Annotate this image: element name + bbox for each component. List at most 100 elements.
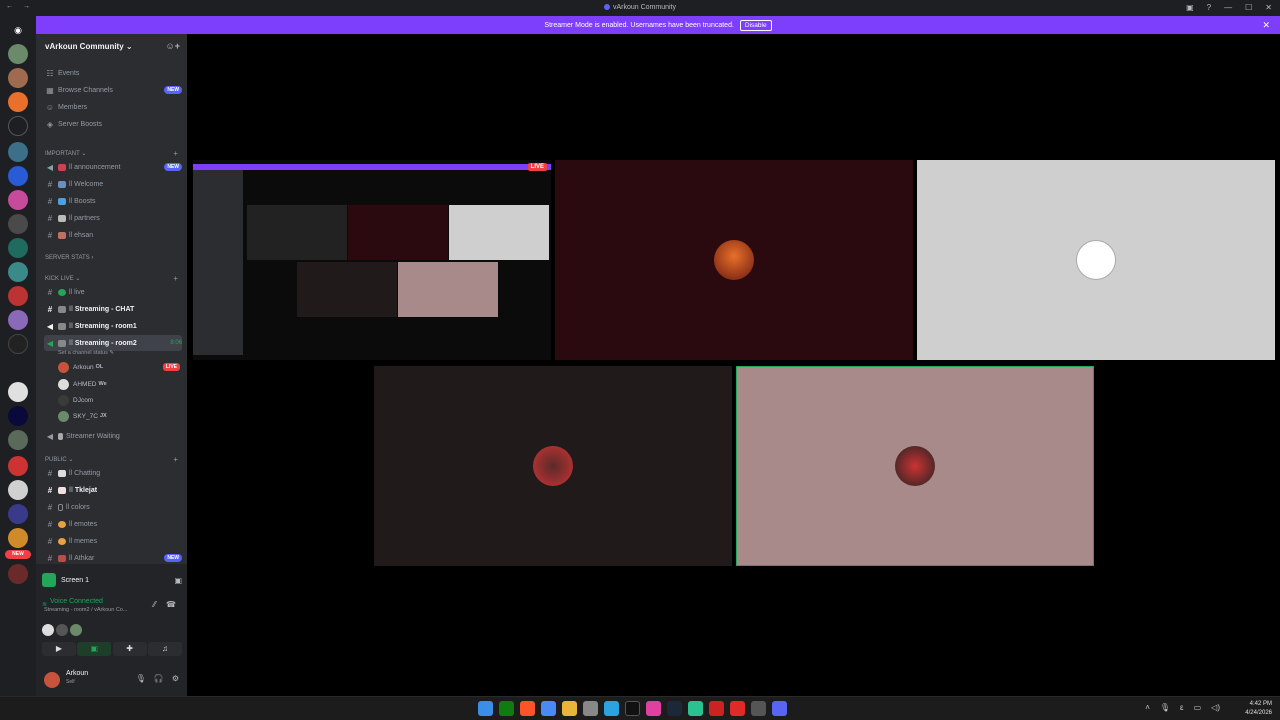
stream-tile-screen[interactable]: LIVE — [193, 160, 551, 360]
settings-icon[interactable] — [583, 701, 598, 716]
server-icon[interactable] — [8, 358, 28, 378]
server-icon[interactable] — [8, 166, 28, 186]
stream-tile-user[interactable] — [917, 160, 1275, 360]
app-icon[interactable] — [688, 701, 703, 716]
server-icon[interactable] — [8, 44, 28, 64]
add-channel-icon[interactable]: + — [173, 455, 178, 464]
close-button[interactable]: ✕ — [1265, 3, 1272, 12]
events-item[interactable]: ☷ Events — [44, 65, 182, 81]
microphone-icon[interactable]: 🎙 — [136, 674, 146, 683]
discord-icon[interactable] — [772, 701, 787, 716]
category-important[interactable]: IMPORTANT ⌄ + — [45, 149, 180, 158]
server-icon[interactable] — [8, 68, 28, 88]
avatar[interactable] — [44, 672, 60, 688]
server-icon[interactable] — [8, 238, 28, 258]
new-servers-pill[interactable]: NEW — [5, 550, 31, 559]
discord-home-icon[interactable]: ◉ — [8, 20, 28, 40]
server-icon[interactable] — [8, 528, 28, 548]
category-kick-live[interactable]: KICK LIVE ⌄ + — [45, 274, 180, 283]
clock[interactable]: 4:42 PM 4/24/2026 — [1245, 700, 1272, 718]
microphone-icon[interactable]: 🎙 — [1160, 703, 1170, 712]
category-public[interactable]: PUBLIC ⌄ + — [45, 455, 180, 464]
server-icon[interactable] — [8, 92, 28, 112]
server-icon[interactable] — [8, 456, 28, 476]
voice-user[interactable]: AHMED We — [58, 377, 180, 391]
telegram-icon[interactable] — [604, 701, 619, 716]
voice-user[interactable]: DJcom — [58, 393, 180, 407]
close-icon[interactable]: ✕ — [1262, 20, 1270, 31]
maximize-button[interactable]: ☐ — [1245, 3, 1252, 12]
chrome-icon[interactable] — [541, 701, 556, 716]
server-boosts-item[interactable]: ◈ Server Boosts — [44, 116, 182, 132]
stream-tile-speaking[interactable] — [736, 366, 1094, 566]
chevron-up-icon[interactable]: ˄ — [1145, 703, 1150, 712]
screen-share-icon[interactable]: ▣ — [77, 642, 112, 656]
folder-icon[interactable] — [562, 701, 577, 716]
xbox-icon[interactable] — [499, 701, 514, 716]
language-icon[interactable]: ε — [1180, 703, 1184, 712]
channel-chatting[interactable]: # ll Chatting — [44, 465, 182, 481]
minimize-button[interactable]: — — [1224, 3, 1232, 12]
add-channel-icon[interactable]: + — [173, 149, 178, 158]
category-server-stats[interactable]: SERVER STATS › — [45, 255, 180, 261]
voice-location[interactable]: Streaming - room2 / vArkoun Co... — [44, 607, 184, 613]
server-icon[interactable] — [8, 310, 28, 330]
steam-icon[interactable] — [667, 701, 682, 716]
server-icon[interactable] — [8, 214, 28, 234]
channel-welcome[interactable]: # ll Welcome — [44, 176, 182, 192]
server-icon[interactable] — [8, 504, 28, 524]
app-icon[interactable] — [709, 701, 724, 716]
disable-streamer-button[interactable]: Disable — [739, 19, 772, 31]
channel-memes[interactable]: # ll memes — [44, 533, 182, 549]
channel-streaming-room2[interactable]: ◀ ll Streaming - room2 8:06 — [44, 335, 182, 351]
gear-icon[interactable]: ⚙ — [172, 674, 179, 683]
server-icon[interactable] — [8, 564, 28, 584]
channel-streaming-chat[interactable]: # ll Streaming - CHAT — [44, 301, 182, 317]
server-icon[interactable] — [8, 334, 28, 354]
app-icon[interactable] — [751, 701, 766, 716]
browse-channels-item[interactable]: ▦ Browse Channels NEW — [44, 82, 182, 98]
server-icon[interactable] — [8, 262, 28, 282]
stream-tile-video[interactable] — [555, 160, 913, 360]
server-icon[interactable] — [8, 480, 28, 500]
app-icon[interactable] — [646, 701, 661, 716]
popout-icon[interactable]: ▣ — [174, 576, 182, 585]
channel-streamer-waiting[interactable]: ◀ Streamer Waiting — [44, 428, 182, 444]
start-icon[interactable] — [478, 701, 493, 716]
monitor-icon[interactable]: ▭ — [1194, 703, 1202, 712]
inbox-icon[interactable]: ▣ — [1186, 3, 1194, 12]
server-icon[interactable] — [8, 406, 28, 426]
voice-user[interactable]: Arkoun OL LIVE — [58, 360, 180, 374]
server-header[interactable]: vArkoun Community ⌄ ☺+ — [36, 34, 187, 58]
members-item[interactable]: ☺ Members — [44, 99, 182, 115]
channel-emotes[interactable]: # ll emotes — [44, 516, 182, 532]
server-icon[interactable] — [8, 142, 28, 162]
headphones-icon[interactable]: 🎧 — [154, 674, 164, 683]
add-channel-icon[interactable]: + — [173, 274, 178, 283]
screen-share-row[interactable]: Screen 1 ▣ — [42, 572, 182, 588]
server-name[interactable]: vArkoun Community ⌄ — [45, 42, 133, 51]
channel-streaming-room1[interactable]: ◀ ll Streaming - room1 — [44, 318, 182, 334]
server-icon[interactable] — [8, 430, 28, 450]
add-member-icon[interactable]: ☺+ — [166, 41, 180, 51]
channel-boosts[interactable]: # ll Boosts — [44, 193, 182, 209]
channel-colors[interactable]: # ll colors — [44, 499, 182, 515]
channel-status-prompt[interactable]: Set a channel status ✎ — [58, 350, 114, 356]
disconnect-icon[interactable]: ☎ — [166, 600, 176, 609]
tiktok-icon[interactable] — [625, 701, 640, 716]
volume-icon[interactable]: ◁) — [1211, 703, 1220, 712]
help-icon[interactable]: ? — [1207, 3, 1211, 12]
brave-icon[interactable] — [520, 701, 535, 716]
server-icon[interactable] — [8, 382, 28, 402]
noise-suppression-icon[interactable]: ⁄⁄ — [153, 600, 156, 609]
voice-user[interactable]: SKY_7C JX — [58, 409, 180, 423]
server-icon[interactable] — [8, 190, 28, 210]
username[interactable]: Arkoun — [66, 670, 88, 677]
channel-announcement[interactable]: ◀ ll announcement NEW — [44, 159, 182, 175]
camera-icon[interactable]: ▶ — [42, 642, 76, 656]
soundboard-icon[interactable]: ♫ — [147, 642, 182, 656]
voice-status[interactable]: Voice Connected — [42, 598, 184, 605]
channel-ehsan[interactable]: # ll ehsan — [44, 227, 182, 243]
channel-tklejat[interactable]: # ll Tklejat — [44, 482, 182, 498]
stream-tile-user[interactable] — [374, 366, 732, 566]
